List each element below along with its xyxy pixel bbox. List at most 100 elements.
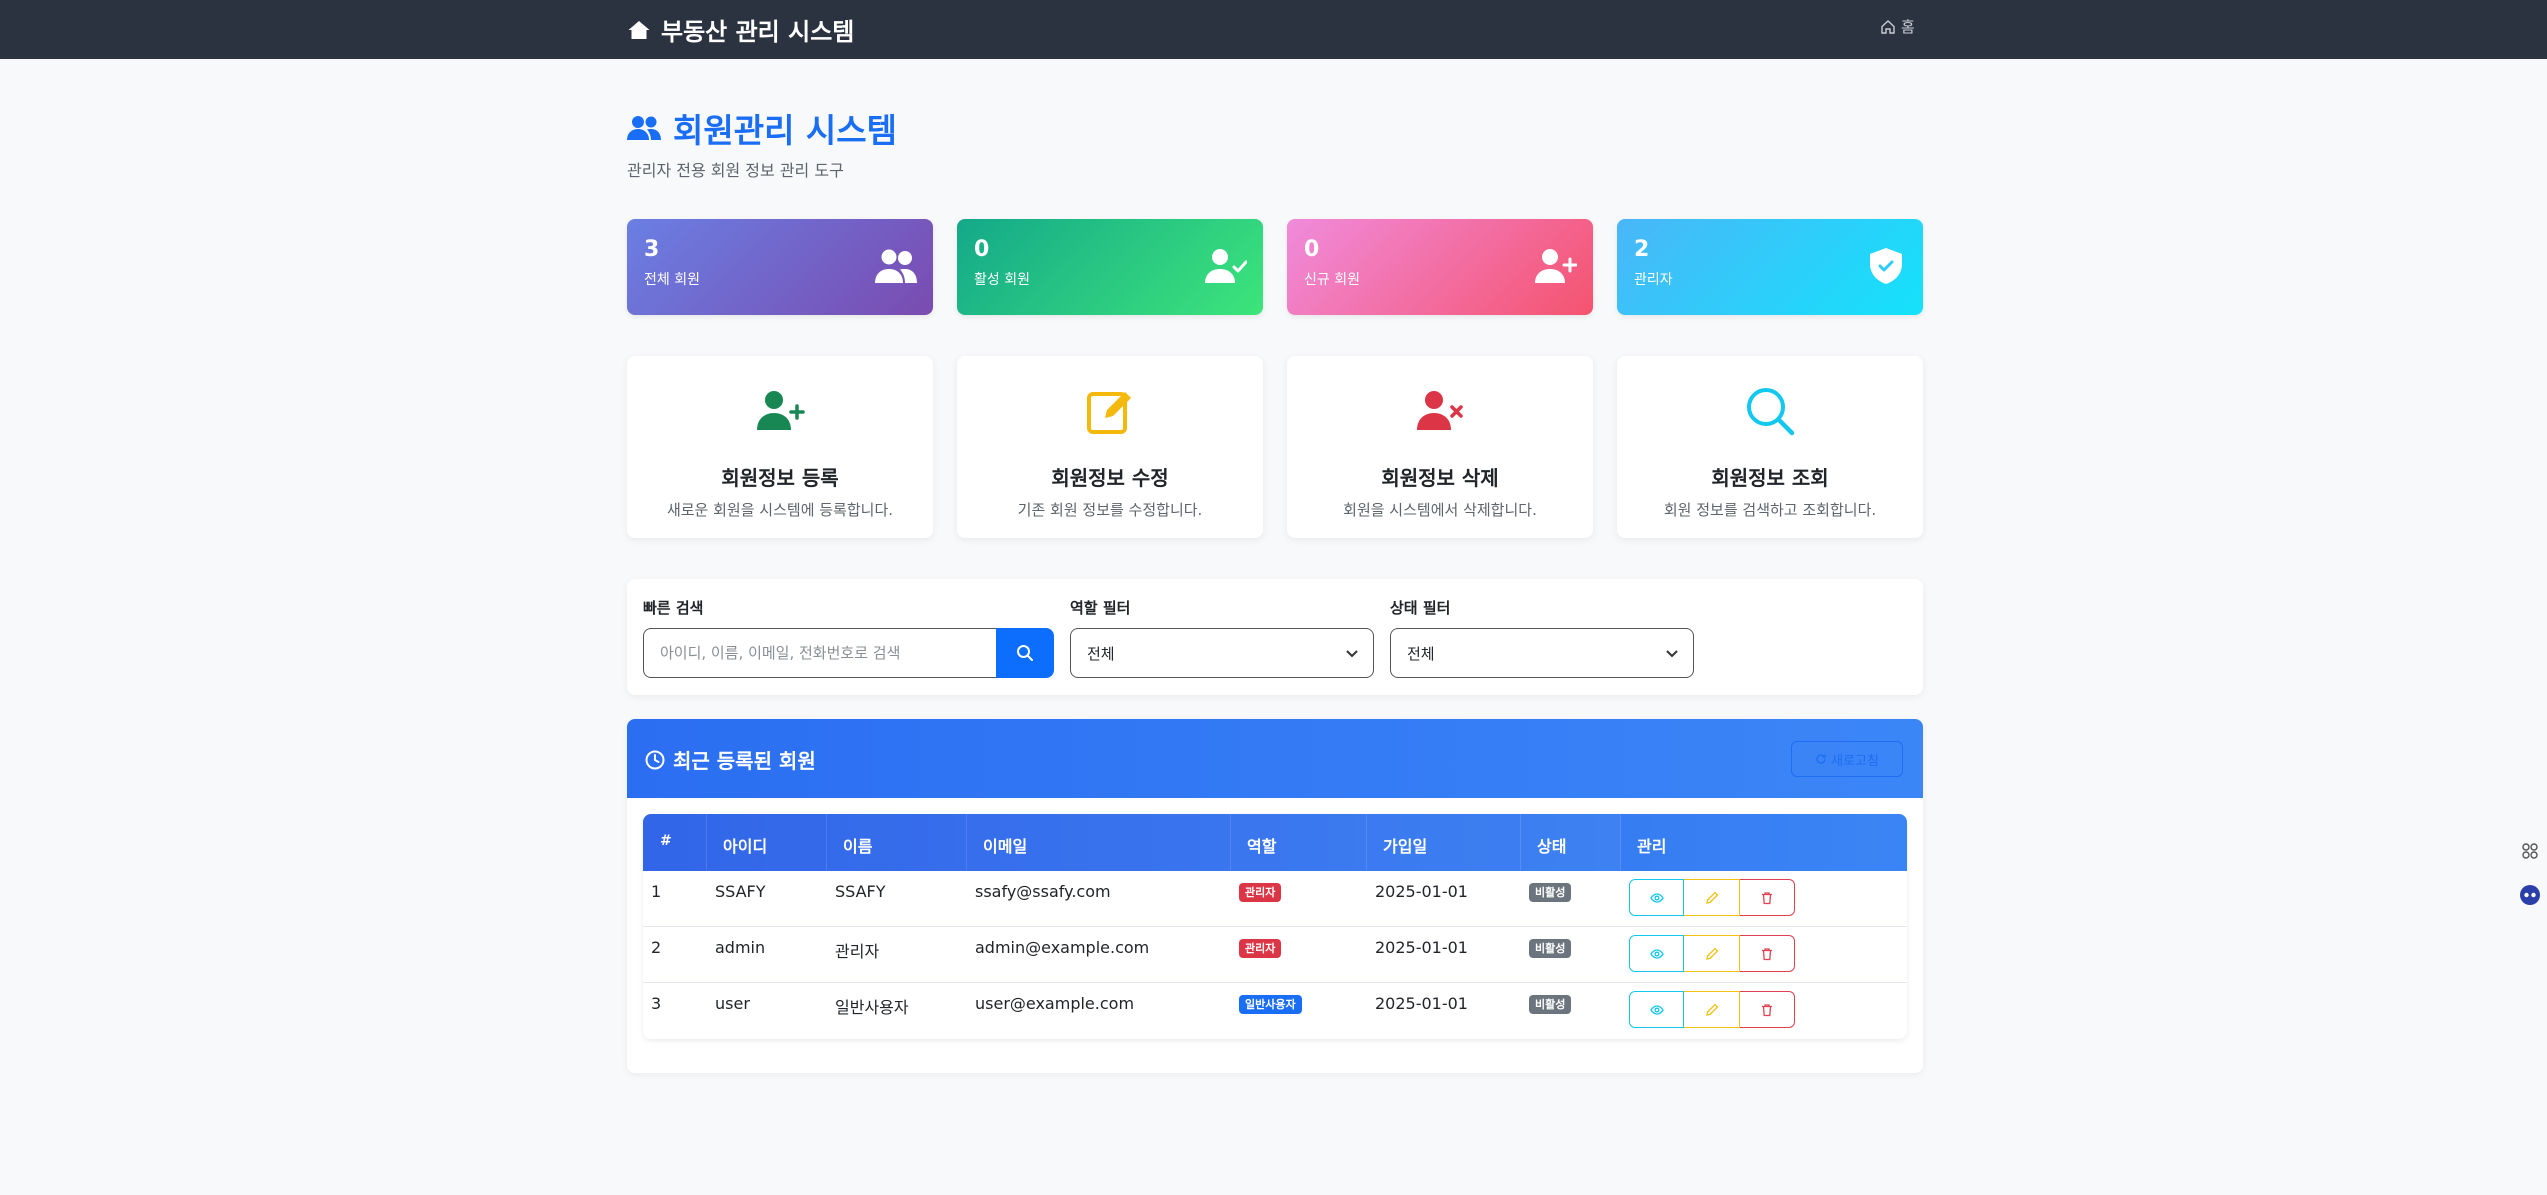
stat-label: 전체 회원 <box>644 272 700 288</box>
delete-button[interactable] <box>1739 991 1795 1028</box>
brand-link[interactable]: 부동산 관리 시스템 <box>627 12 854 47</box>
cell-id: user <box>715 994 750 1013</box>
cell-id: admin <box>715 938 766 957</box>
user-plus-icon <box>757 391 805 430</box>
cell-email: ssafy@ssafy.com <box>975 882 1111 901</box>
brand-label: 부동산 관리 시스템 <box>661 18 855 46</box>
pencil-icon <box>1705 1003 1718 1016</box>
user-x-icon <box>1417 391 1463 430</box>
edit-button[interactable] <box>1684 935 1740 972</box>
action-desc: 회원을 시스템에서 삭제합니다. <box>1343 501 1537 519</box>
view-button[interactable] <box>1629 935 1685 972</box>
action-title: 회원정보 삭제 <box>1381 466 1499 490</box>
home-link[interactable]: 홈 <box>1880 16 1915 37</box>
col-header-status: 상태 <box>1537 837 1567 856</box>
recent-members-panel: 최근 등록된 회원 새로고침 # 아이디 이름 이메일 역할 가입일 상태 관리 <box>627 719 1923 1073</box>
action-card-search[interactable]: 회원정보 조회 회원 정보를 검색하고 조회합니다. <box>1617 356 1923 538</box>
users-icon <box>875 249 917 283</box>
status-badge: 비활성 <box>1529 995 1572 1014</box>
action-card-register[interactable]: 회원정보 등록 새로운 회원을 시스템에 등록합니다. <box>627 356 933 538</box>
top-navbar: 부동산 관리 시스템 홈 <box>0 0 2547 59</box>
col-header-joined: 가입일 <box>1383 837 1428 856</box>
panel-title: 최근 등록된 회원 <box>645 745 816 774</box>
user-check-icon <box>1205 249 1247 283</box>
col-header-name: 이름 <box>843 837 873 856</box>
stat-value: 3 <box>644 237 660 262</box>
col-header-role: 역할 <box>1247 837 1277 856</box>
stat-value: 2 <box>1634 237 1650 262</box>
table-row: 2 admin 관리자 admin@example.com 관리자 2025-0… <box>643 927 1907 983</box>
table-row: 1 SSAFY SSAFY ssafy@ssafy.com 관리자 2025-0… <box>643 871 1907 927</box>
house-icon <box>628 20 650 39</box>
refresh-button-label: 새로고침 <box>1831 753 1879 769</box>
action-desc: 기존 회원 정보를 수정합니다. <box>1017 501 1203 519</box>
search-icon <box>1747 388 1795 436</box>
bot-icon <box>2520 885 2540 905</box>
status-filter-value: 전체 <box>1407 644 1435 663</box>
clock-icon <box>645 750 665 769</box>
header-col-bg <box>1521 814 1621 871</box>
action-card-delete[interactable]: 회원정보 삭제 회원을 시스템에서 삭제합니다. <box>1287 356 1593 538</box>
action-desc: 회원 정보를 검색하고 조회합니다. <box>1663 501 1877 519</box>
action-title: 회원정보 조회 <box>1711 466 1829 490</box>
trash-icon <box>1761 1003 1772 1016</box>
filter-panel: 빠른 검색 역할 필터 전체 상태 필터 전체 <box>627 579 1923 695</box>
cell-email: user@example.com <box>975 994 1135 1013</box>
pencil-icon <box>1705 891 1718 904</box>
page-title: 회원관리 시스템 <box>627 104 897 152</box>
role-badge: 관리자 <box>1239 883 1282 902</box>
col-header-id: 아이디 <box>723 837 768 856</box>
col-header-no: # <box>660 833 672 849</box>
panel-title-text: 최근 등록된 회원 <box>673 749 816 773</box>
apps-icon <box>2522 843 2538 859</box>
stat-card-total: 3 전체 회원 <box>627 219 933 315</box>
cell-no: 2 <box>651 938 662 957</box>
search-input[interactable] <box>643 628 997 678</box>
stat-value: 0 <box>1304 237 1320 262</box>
view-button[interactable] <box>1629 879 1685 916</box>
role-filter-value: 전체 <box>1087 644 1115 663</box>
users-icon <box>627 116 661 140</box>
row-actions <box>1629 991 1795 1028</box>
chevron-down-icon <box>1666 650 1678 658</box>
search-label: 빠른 검색 <box>643 599 704 617</box>
cell-name: SSAFY <box>835 882 886 901</box>
shield-check-icon <box>1870 248 1902 284</box>
table-header: # 아이디 이름 이메일 역할 가입일 상태 관리 <box>643 814 1907 871</box>
view-button[interactable] <box>1629 991 1685 1028</box>
stat-card-admin: 2 관리자 <box>1617 219 1923 315</box>
trash-icon <box>1761 891 1772 904</box>
delete-button[interactable] <box>1739 935 1795 972</box>
refresh-button[interactable]: 새로고침 <box>1791 741 1903 777</box>
edit-icon <box>1087 392 1131 434</box>
eye-icon <box>1649 1004 1664 1015</box>
cell-joined: 2025-01-01 <box>1375 994 1468 1013</box>
cell-no: 1 <box>651 882 662 901</box>
chevron-down-icon <box>1346 650 1358 658</box>
action-card-edit[interactable]: 회원정보 수정 기존 회원 정보를 수정합니다. <box>957 356 1263 538</box>
user-plus-icon <box>1535 249 1577 283</box>
row-actions <box>1629 935 1795 972</box>
role-filter-label: 역할 필터 <box>1070 599 1131 617</box>
edit-button[interactable] <box>1684 879 1740 916</box>
role-filter-select[interactable]: 전체 <box>1070 628 1374 678</box>
status-filter-select[interactable]: 전체 <box>1390 628 1694 678</box>
delete-button[interactable] <box>1739 879 1795 916</box>
stat-label: 관리자 <box>1634 272 1673 288</box>
status-badge: 비활성 <box>1529 939 1572 958</box>
refresh-icon <box>1816 754 1826 764</box>
cell-email: admin@example.com <box>975 938 1150 957</box>
stat-label: 활성 회원 <box>974 272 1030 288</box>
search-icon <box>1017 645 1033 661</box>
pencil-icon <box>1705 947 1718 960</box>
search-button[interactable] <box>996 628 1054 678</box>
eye-icon <box>1649 948 1664 959</box>
row-actions <box>1629 879 1795 916</box>
assistant-widget-icon[interactable] <box>2519 884 2541 906</box>
table-row: 3 user 일반사용자 user@example.com 일반사용자 2025… <box>643 983 1907 1039</box>
edit-button[interactable] <box>1684 991 1740 1028</box>
eye-icon <box>1649 892 1664 903</box>
page-subtitle: 관리자 전용 회원 정보 관리 도구 <box>627 161 844 180</box>
grid-widget-icon[interactable] <box>2519 840 2541 862</box>
status-filter-label: 상태 필터 <box>1390 599 1451 617</box>
